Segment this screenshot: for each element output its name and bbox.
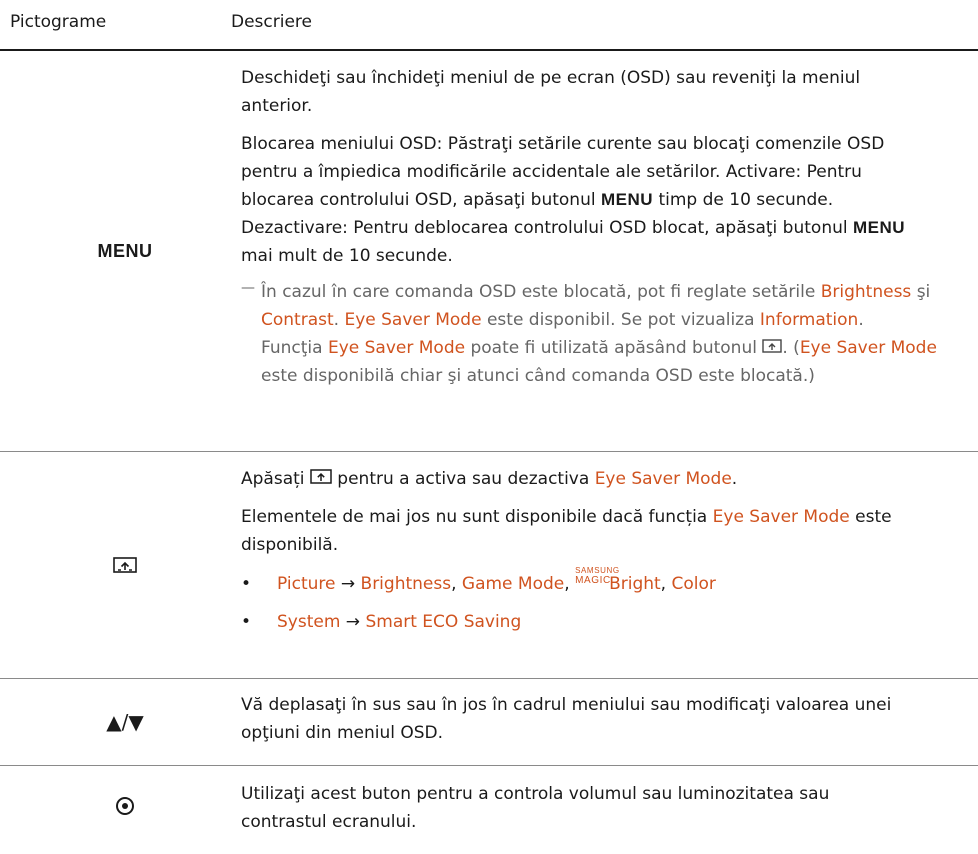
bullet-item: • System → Smart ECO Saving xyxy=(241,608,978,636)
note-line: este disponibilă chiar şi atunci când co… xyxy=(261,366,815,386)
arrows-line: Vă deplasaţi în sus sau în jos în cadrul… xyxy=(241,695,892,715)
menu-button-icon: MENU xyxy=(97,240,153,261)
menu-key-label: MENU xyxy=(853,218,906,237)
bright-term: Bright xyxy=(609,574,661,594)
eye-saver-pictogram xyxy=(0,452,250,678)
menu-note: — În cazul în care comanda OSD este bloc… xyxy=(241,278,978,390)
text: . xyxy=(858,310,864,330)
eye-line: Elementele de mai jos nu sunt disponibil… xyxy=(241,503,978,531)
jog-pictogram xyxy=(0,766,250,846)
picture-term: Picture xyxy=(277,574,336,594)
text: . ( xyxy=(782,338,800,358)
eye-saver-term: Eye Saver Mode xyxy=(712,507,850,527)
function-table: Pictograme Descriere MENU Deschideţi sau… xyxy=(0,0,978,854)
jog-description: Utilizaţi acest buton pentru a controla … xyxy=(241,780,978,836)
smart-eco-term: Smart ECO Saving xyxy=(365,612,522,632)
text: este xyxy=(849,507,892,527)
game-mode-term: Game Mode xyxy=(461,574,565,594)
table-row-jog: Utilizaţi acest buton pentru a controla … xyxy=(0,766,978,854)
brightness-term: Brightness xyxy=(820,282,912,302)
text: , xyxy=(451,574,462,594)
note-line: Contrast. Eye Saver Mode este disponibil… xyxy=(261,306,978,334)
menu-pictogram: MENU xyxy=(0,51,250,451)
arrow-icon: → xyxy=(335,574,361,594)
table-row-eye-saver: Apăsați pentru a activa sau dezactiva Ey… xyxy=(0,452,978,679)
text: Funcţia xyxy=(261,338,328,358)
eye-saver-term: Eye Saver Mode xyxy=(327,338,466,358)
note-line: În cazul în care comanda OSD este blocat… xyxy=(261,278,978,306)
eye-line: disponibilă. xyxy=(241,535,339,555)
jog-button-icon xyxy=(116,797,134,815)
text: Dezactivare: Pentru deblocarea controlul… xyxy=(241,218,853,238)
eye-saver-description: Apăsați pentru a activa sau dezactiva Ey… xyxy=(241,465,978,636)
header-pictograms: Pictograme xyxy=(10,12,107,32)
menu-lock-line: mai mult de 10 secunde. xyxy=(241,246,453,266)
arrows-line: opţiuni din meniul OSD. xyxy=(241,723,444,743)
up-down-description: Vă deplasaţi în sus sau în jos în cadrul… xyxy=(241,691,978,747)
text: , xyxy=(660,574,672,594)
up-down-arrows-icon: ▲/▼ xyxy=(106,710,144,734)
eye-saver-button-icon xyxy=(113,557,137,573)
color-term: Color xyxy=(671,574,716,594)
table-row-up-down: ▲/▼ Vă deplasaţi în sus sau în jos în ca… xyxy=(0,679,978,766)
text: , xyxy=(564,574,576,594)
note-line: Funcţia Eye Saver Mode poate fi utilizat… xyxy=(261,334,978,362)
contrast-term: Contrast xyxy=(261,310,334,330)
header-description: Descriere xyxy=(231,12,312,32)
samsung-magic-logo: SAMSUNG MAGIC xyxy=(575,566,619,589)
menu-lock-line: pentru a împiedica modificările accident… xyxy=(241,162,862,182)
table-header: Pictograme Descriere xyxy=(0,0,978,51)
eye-saver-button-icon xyxy=(762,334,783,362)
table-row-menu: MENU Deschideţi sau închideţi meniul de … xyxy=(0,51,978,452)
bullet-item: • Picture → Brightness, Game Mode, SAMSUN… xyxy=(241,566,978,598)
text: Apăsați xyxy=(241,469,310,489)
system-term: System xyxy=(277,612,341,632)
text: este disponibil. Se pot vizualiza xyxy=(481,310,760,330)
logo-text: MAGIC xyxy=(575,575,611,586)
eye-saver-button-icon xyxy=(310,465,332,493)
menu-lock-line: Dezactivare: Pentru deblocarea controlul… xyxy=(241,214,978,242)
text: În cazul în care comanda OSD este blocat… xyxy=(261,282,821,302)
information-term: Information xyxy=(759,310,859,330)
menu-desc-line: anterior. xyxy=(241,96,313,116)
bullet-dot-icon: • xyxy=(241,612,252,632)
jog-line: Utilizaţi acest buton pentru a controla … xyxy=(241,784,830,804)
arrow-icon: → xyxy=(340,612,366,632)
text: . xyxy=(333,310,345,330)
menu-lock-line: Blocarea meniului OSD: Păstraţi setările… xyxy=(241,134,885,154)
menu-desc-line: Deschideţi sau închideţi meniul de pe ec… xyxy=(241,68,861,88)
menu-key-label: MENU xyxy=(600,190,654,209)
eye-saver-term: Eye Saver Mode xyxy=(799,338,937,358)
text: timp de 10 secunde. xyxy=(653,190,834,210)
text: pentru a activa sau dezactiva xyxy=(331,469,595,489)
bullet-dot-icon: • xyxy=(241,574,252,594)
menu-description: Deschideţi sau închideţi meniul de pe ec… xyxy=(241,64,978,390)
note-dash-icon: — xyxy=(241,280,255,296)
eye-saver-term: Eye Saver Mode xyxy=(594,469,732,489)
text: Elementele de mai jos nu sunt disponibil… xyxy=(241,507,713,527)
text: blocarea controlului OSD, apăsaţi butonu… xyxy=(241,190,601,210)
text: şi xyxy=(911,282,931,302)
brightness-term: Brightness xyxy=(360,574,452,594)
text: . xyxy=(731,469,738,489)
eye-line: Apăsați pentru a activa sau dezactiva Ey… xyxy=(241,465,978,493)
eye-saver-term: Eye Saver Mode xyxy=(344,310,482,330)
jog-line: contrastul ecranului. xyxy=(241,812,417,832)
text: poate fi utilizată apăsând butonul xyxy=(465,338,763,358)
menu-lock-line: blocarea controlului OSD, apăsaţi butonu… xyxy=(241,186,978,214)
up-down-pictogram: ▲/▼ xyxy=(0,679,250,765)
